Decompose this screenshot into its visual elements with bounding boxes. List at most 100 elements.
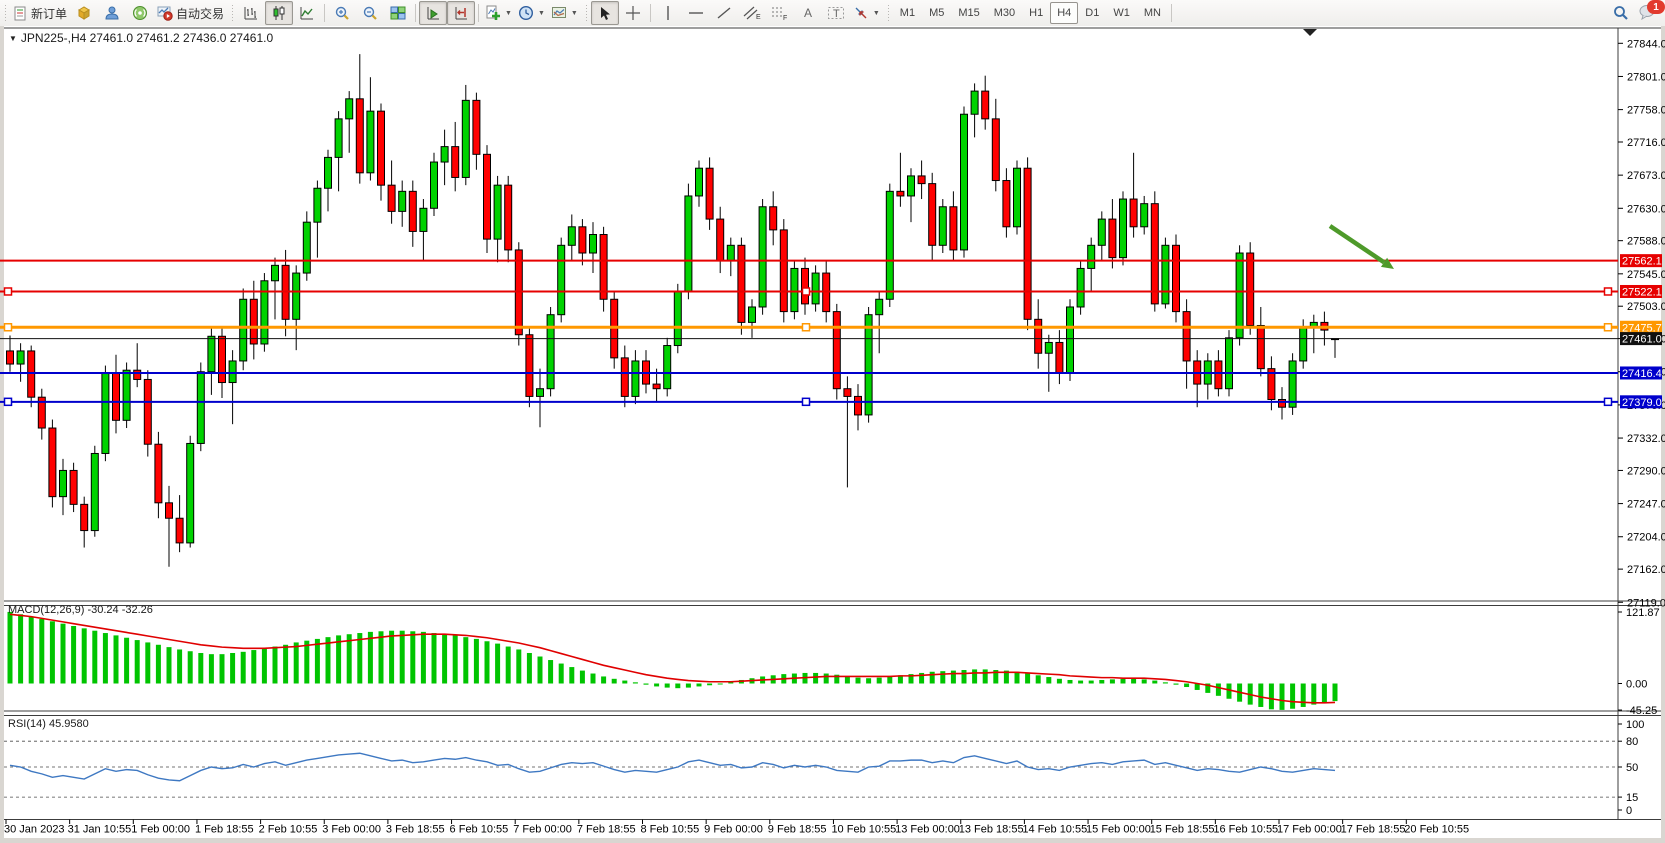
candle-body xyxy=(1173,245,1180,311)
time-axis-label: 14 Feb 10:55 xyxy=(1022,824,1087,836)
chart-shift-icon xyxy=(453,5,469,21)
tab-timeframe-m1[interactable]: M1 xyxy=(893,2,922,24)
candle xyxy=(780,219,787,322)
candle-body xyxy=(908,176,915,196)
cursor-button[interactable] xyxy=(591,1,619,25)
candle-body xyxy=(1003,181,1010,227)
autotrading-button[interactable]: 自动交易 xyxy=(154,1,227,25)
macd-histogram-bar xyxy=(1290,684,1295,709)
tab-timeframe-mn[interactable]: MN xyxy=(1137,2,1168,24)
tab-timeframe-h1[interactable]: H1 xyxy=(1022,2,1050,24)
toolbar-grip[interactable] xyxy=(885,4,891,22)
new-order-button[interactable]: 新订单 xyxy=(10,1,70,25)
candle-body xyxy=(123,370,130,420)
zoom-out-button[interactable] xyxy=(356,1,384,25)
tab-timeframe-m15[interactable]: M15 xyxy=(951,2,986,24)
candle-body xyxy=(664,346,671,389)
indicators-button[interactable]: ▼ xyxy=(482,1,515,25)
macd-histogram-bar xyxy=(82,628,87,683)
macd-histogram-bar xyxy=(824,674,829,684)
zoom-in-button[interactable] xyxy=(328,1,356,25)
line-handle[interactable] xyxy=(803,288,810,295)
candle-body xyxy=(7,351,14,364)
macd-histogram-bar xyxy=(379,631,384,683)
candle-body xyxy=(240,299,247,361)
tile-windows-button[interactable] xyxy=(384,1,412,25)
line-handle[interactable] xyxy=(803,324,810,331)
channel-tool[interactable]: E xyxy=(738,1,766,25)
line-handle[interactable] xyxy=(5,398,12,405)
profile-icon xyxy=(104,5,120,21)
toolbar-grip[interactable] xyxy=(229,4,235,22)
candle-body xyxy=(1151,204,1158,304)
candle-body xyxy=(335,119,342,158)
line-handle[interactable] xyxy=(803,398,810,405)
candle-body xyxy=(685,196,692,292)
line-handle[interactable] xyxy=(5,324,12,331)
line-handle[interactable] xyxy=(1605,324,1612,331)
tab-timeframe-h4[interactable]: H4 xyxy=(1050,2,1078,24)
macd-histogram-bar xyxy=(591,674,596,684)
macd-histogram-bar xyxy=(495,644,500,684)
template-icon xyxy=(551,5,567,21)
macd-histogram-bar xyxy=(951,671,956,684)
trendline-tool[interactable] xyxy=(710,1,738,25)
time-axis-label: 17 Feb 00:00 xyxy=(1277,824,1342,836)
auto-scroll-button[interactable] xyxy=(419,1,447,25)
candle-body xyxy=(144,379,151,444)
svg-text:A: A xyxy=(804,6,812,20)
vertical-line-tool[interactable] xyxy=(654,1,682,25)
dropdown-caret: ▼ xyxy=(505,10,512,17)
line-handle[interactable] xyxy=(1605,398,1612,405)
line-handle[interactable] xyxy=(1605,288,1612,295)
candle xyxy=(197,362,204,451)
search-icon[interactable] xyxy=(1613,5,1629,21)
candle-body xyxy=(134,370,141,379)
chart-collapse-icon[interactable]: ▼ xyxy=(9,34,17,43)
text-tool[interactable]: A xyxy=(794,1,822,25)
candle xyxy=(886,184,893,307)
toolbar-grip[interactable] xyxy=(2,4,8,22)
macd-histogram-bar xyxy=(813,673,818,684)
macd-axis-label: 0.00 xyxy=(1626,679,1647,691)
signals-button[interactable] xyxy=(126,1,154,25)
chart-candles-button[interactable] xyxy=(265,1,293,25)
chart-line-button[interactable] xyxy=(293,1,321,25)
macd-histogram-bar xyxy=(1015,672,1020,684)
candle-body xyxy=(505,185,512,250)
line-handle[interactable] xyxy=(5,288,12,295)
candle-body xyxy=(367,111,374,173)
candle xyxy=(1067,299,1074,381)
tab-timeframe-m5[interactable]: M5 xyxy=(922,2,951,24)
periods-button[interactable]: ▼ xyxy=(515,1,548,25)
text-label-tool[interactable]: T xyxy=(822,1,850,25)
candle-body xyxy=(1109,219,1116,258)
tab-timeframe-w1[interactable]: W1 xyxy=(1106,2,1137,24)
templates-button[interactable]: ▼ xyxy=(548,1,581,25)
market-watch-button[interactable] xyxy=(70,1,98,25)
candle-body xyxy=(706,168,713,219)
arrows-tool[interactable]: ▼ xyxy=(850,1,883,25)
chat-button[interactable]: 1 xyxy=(1639,3,1659,23)
crosshair-button[interactable] xyxy=(619,1,647,25)
macd-histogram-bar xyxy=(644,684,649,685)
price-line-tag-label: 27522.1 xyxy=(1622,286,1662,298)
candle-body xyxy=(791,268,798,311)
candle xyxy=(102,366,109,462)
horizontal-line-tool[interactable] xyxy=(682,1,710,25)
chart-shift-button[interactable] xyxy=(447,1,475,25)
toolbar-grip[interactable] xyxy=(583,4,589,22)
profile-button[interactable] xyxy=(98,1,126,25)
chart-bars-button[interactable] xyxy=(237,1,265,25)
fibonacci-tool[interactable]: F xyxy=(766,1,794,25)
time-axis-label: 13 Feb 18:55 xyxy=(959,824,1024,836)
candle-body xyxy=(961,114,968,250)
chart-canvas[interactable]: 27844.027801.027758.027716.027673.027630… xyxy=(0,26,1665,843)
tab-timeframe-m30[interactable]: M30 xyxy=(987,2,1022,24)
rsi-axis-label: 15 xyxy=(1626,792,1638,804)
tab-timeframe-d1[interactable]: D1 xyxy=(1078,2,1106,24)
candle-body xyxy=(155,444,162,503)
candle xyxy=(261,273,268,352)
candle-body xyxy=(855,396,862,415)
candle-body xyxy=(1289,361,1296,407)
